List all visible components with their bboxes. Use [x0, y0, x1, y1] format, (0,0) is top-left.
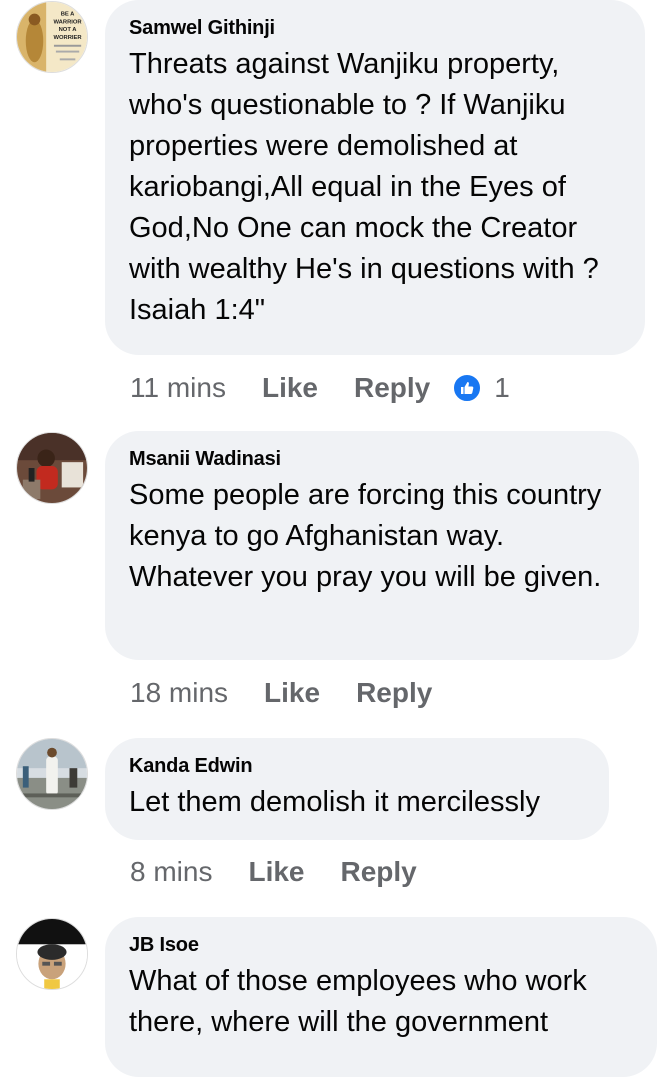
- comment-bubble[interactable]: Kanda Edwin Let them demolish it mercile…: [105, 738, 609, 840]
- comment-author[interactable]: Samwel Githinji: [129, 16, 621, 40]
- comment-bubble[interactable]: Msanii Wadinasi Some people are forcing …: [105, 431, 639, 660]
- reply-button[interactable]: Reply: [356, 677, 432, 709]
- comment-actions: 8 mins Like Reply: [130, 852, 439, 892]
- reaction-count[interactable]: 1: [494, 372, 510, 404]
- comment-actions: 18 mins Like Reply: [130, 673, 454, 713]
- avatar-image-person: [17, 919, 87, 989]
- comment-time[interactable]: 11 mins: [130, 372, 226, 404]
- comment-author[interactable]: JB Isoe: [129, 933, 633, 957]
- avatar-text-line: NOT A: [59, 27, 78, 33]
- avatar-text-line: WORRIER: [53, 35, 82, 41]
- comment-text: Let them demolish it mercilessly: [129, 786, 540, 818]
- avatar[interactable]: [16, 738, 88, 810]
- avatar-text-line: BE A: [61, 12, 75, 18]
- like-button[interactable]: Like: [262, 372, 318, 404]
- comment-bubble[interactable]: Samwel Githinji Threats against Wanjiku …: [105, 0, 645, 355]
- thumbs-up-icon[interactable]: [452, 373, 483, 403]
- reply-button[interactable]: Reply: [354, 372, 430, 404]
- reply-button[interactable]: Reply: [341, 856, 417, 888]
- avatar[interactable]: BE A WARRIOR NOT A WORRIER: [16, 1, 88, 73]
- comment-author[interactable]: Kanda Edwin: [129, 754, 585, 778]
- comment-text: Some people are forcing this country ken…: [129, 479, 602, 593]
- avatar-text-line: WARRIOR: [53, 19, 82, 25]
- like-button[interactable]: Like: [248, 856, 304, 888]
- like-button[interactable]: Like: [264, 677, 320, 709]
- comment-bubble[interactable]: JB Isoe What of those employees who work…: [105, 917, 657, 1077]
- avatar[interactable]: [16, 918, 88, 990]
- comment-text: Threats against Wanjiku property, who's …: [129, 48, 599, 326]
- avatar-image-outdoor: [17, 739, 87, 809]
- comment-author[interactable]: Msanii Wadinasi: [129, 447, 615, 471]
- avatar[interactable]: [16, 432, 88, 504]
- comment-text: What of those employees who work there, …: [129, 965, 587, 1038]
- comment-actions: 11 mins Like Reply 1: [130, 368, 510, 408]
- comment-time[interactable]: 18 mins: [130, 677, 228, 709]
- avatar-image-studio: [17, 433, 87, 503]
- comment-time[interactable]: 8 mins: [130, 856, 212, 888]
- avatar-image-warrior: BE A WARRIOR NOT A WORRIER: [17, 2, 87, 72]
